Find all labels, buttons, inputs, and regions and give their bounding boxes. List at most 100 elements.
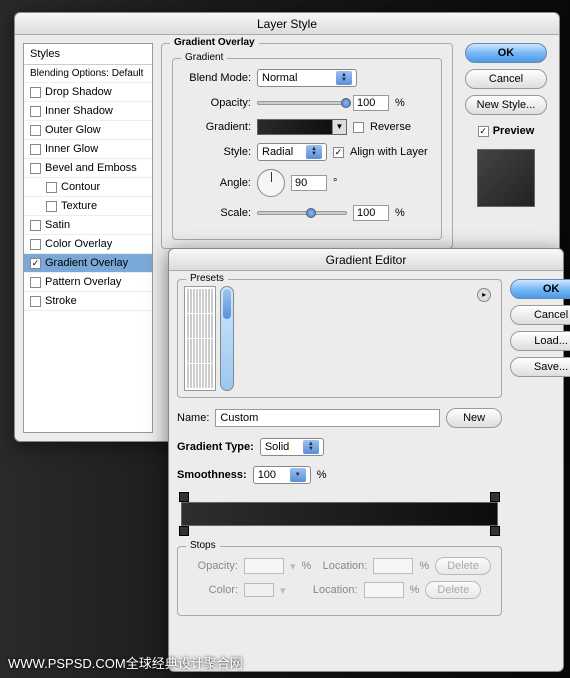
style-row-inner-glow[interactable]: Inner Glow [24,140,152,159]
preset-swatch[interactable] [196,289,198,313]
preset-swatch[interactable] [193,289,195,313]
style-row-pattern-overlay[interactable]: Pattern Overlay [24,273,152,292]
color-stop-right[interactable] [490,526,500,536]
preview-label: Preview [493,125,535,137]
ge-cancel-button[interactable]: Cancel [510,305,570,325]
preset-swatch[interactable] [202,339,204,363]
preset-swatch[interactable] [202,314,204,338]
preset-swatch[interactable] [196,364,198,388]
style-checkbox[interactable] [30,239,41,250]
style-checkbox[interactable] [30,220,41,231]
stops-section: Stops Opacity: ▾ % Location: % Delete Co… [177,546,502,616]
style-row-color-overlay[interactable]: Color Overlay [24,235,152,254]
gradient-bar[interactable] [177,492,502,536]
style-checkbox[interactable] [30,106,41,117]
preset-swatch[interactable] [190,339,192,363]
preset-swatch[interactable] [190,289,192,313]
new-style-button[interactable]: New Style... [465,95,547,115]
preset-swatch[interactable] [193,314,195,338]
style-checkbox[interactable] [30,144,41,155]
preset-swatch[interactable] [187,364,189,388]
style-checkbox[interactable] [30,87,41,98]
preset-swatch[interactable] [211,339,213,363]
preset-swatch[interactable] [187,314,189,338]
preset-swatch[interactable] [205,339,207,363]
angle-dial[interactable] [257,169,285,197]
style-label: Gradient Overlay [45,257,128,269]
style-checkbox[interactable] [46,201,57,212]
color-stop-left[interactable] [179,526,189,536]
style-row-bevel-and-emboss[interactable]: Bevel and Emboss [24,159,152,178]
style-select[interactable]: Radial ▲▼ [257,143,327,161]
preview-checkbox[interactable] [478,126,489,137]
gradient-swatch[interactable]: ▼ [257,119,347,135]
preset-swatch[interactable] [202,289,204,313]
style-row-texture[interactable]: Texture [24,197,152,216]
blending-options-row[interactable]: Blending Options: Default [24,65,152,83]
preset-swatch[interactable] [193,339,195,363]
preset-swatch[interactable] [193,364,195,388]
preset-swatch[interactable] [187,339,189,363]
reverse-checkbox[interactable] [353,122,364,133]
preset-swatch[interactable] [199,289,201,313]
ge-save-button[interactable]: Save... [510,357,570,377]
style-row-outer-glow[interactable]: Outer Glow [24,121,152,140]
preset-swatch[interactable] [190,364,192,388]
preset-swatch[interactable] [211,364,213,388]
style-label: Inner Glow [45,143,98,155]
preset-swatch[interactable] [202,364,204,388]
opacity-input[interactable] [353,95,389,111]
style-row-stroke[interactable]: Stroke [24,292,152,311]
ge-ok-button[interactable]: OK [510,279,570,299]
preset-swatch[interactable] [199,314,201,338]
style-checkbox[interactable] [30,125,41,136]
flyout-menu-icon[interactable]: ▸ [477,288,491,302]
preset-swatch[interactable] [187,289,189,313]
scale-input[interactable] [353,205,389,221]
preset-swatch[interactable] [208,289,210,313]
style-row-inner-shadow[interactable]: Inner Shadow [24,102,152,121]
style-row-drop-shadow[interactable]: Drop Shadow [24,83,152,102]
preset-swatch[interactable] [208,339,210,363]
preset-swatch[interactable] [190,314,192,338]
angle-label: Angle: [183,177,251,189]
style-checkbox[interactable] [30,277,41,288]
name-input[interactable] [215,409,440,427]
preset-swatch[interactable] [211,289,213,313]
preset-swatch[interactable] [199,339,201,363]
preset-swatch[interactable] [199,364,201,388]
preset-swatch[interactable] [208,314,210,338]
style-label: Style: [183,146,251,158]
smoothness-input[interactable]: 100 ▼ [253,466,311,484]
opacity-stop-right[interactable] [490,492,500,502]
delete-opacity-stop-button: Delete [435,557,491,575]
preset-swatch[interactable] [211,314,213,338]
type-select[interactable]: Solid ▲▼ [260,438,324,456]
preset-swatch[interactable] [196,339,198,363]
preset-swatch[interactable] [205,314,207,338]
style-checkbox[interactable] [30,258,41,269]
opacity-stop-left[interactable] [179,492,189,502]
preset-swatch[interactable] [196,314,198,338]
preset-swatch[interactable] [208,364,210,388]
ok-button[interactable]: OK [465,43,547,63]
preset-swatch[interactable] [205,364,207,388]
section-legend: Gradient Overlay [170,37,259,48]
preset-swatch[interactable] [205,289,207,313]
style-checkbox[interactable] [30,163,41,174]
cancel-button[interactable]: Cancel [465,69,547,89]
style-row-contour[interactable]: Contour [24,178,152,197]
new-button[interactable]: New [446,408,502,428]
opacity-slider[interactable] [257,101,347,105]
angle-input[interactable] [291,175,327,191]
styles-header[interactable]: Styles [24,44,152,65]
style-row-satin[interactable]: Satin [24,216,152,235]
blend-mode-select[interactable]: Normal ▲▼ [257,69,357,87]
align-checkbox[interactable] [333,147,344,158]
style-checkbox[interactable] [30,296,41,307]
style-checkbox[interactable] [46,182,57,193]
ge-load-button[interactable]: Load... [510,331,570,351]
style-row-gradient-overlay[interactable]: Gradient Overlay [24,254,152,273]
scale-slider[interactable] [257,211,347,215]
presets-scrollbar[interactable] [220,286,234,391]
